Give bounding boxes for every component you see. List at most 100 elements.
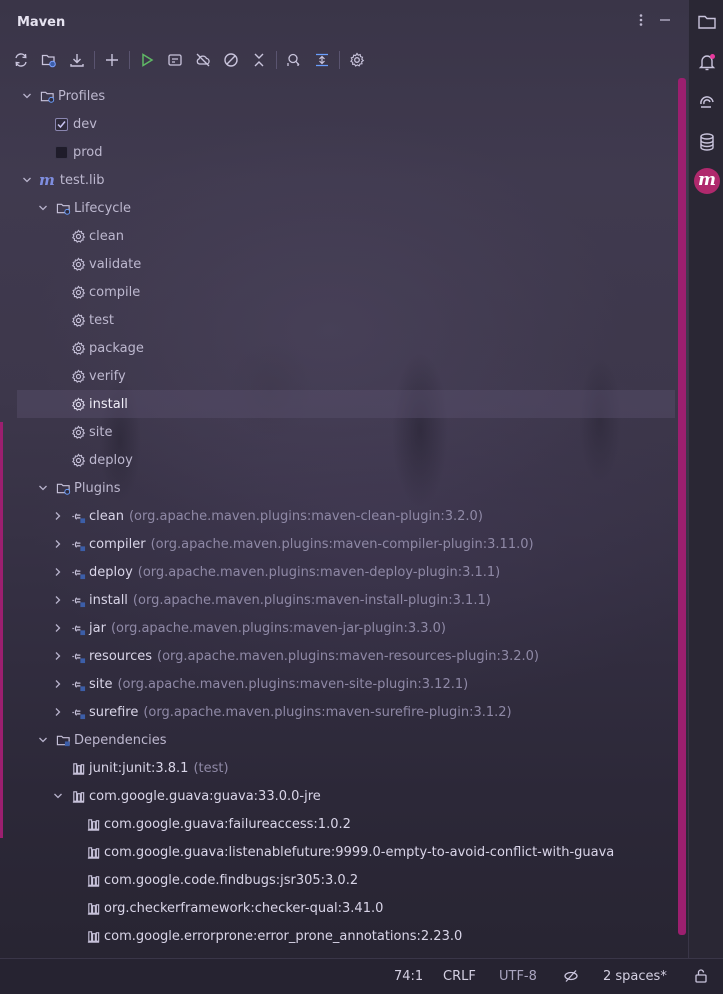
gear-icon bbox=[70, 312, 86, 328]
tool-window-title: Maven bbox=[17, 14, 66, 30]
file-encoding[interactable]: UTF-8 bbox=[499, 969, 537, 984]
chevron-right-icon[interactable] bbox=[52, 622, 64, 634]
gear-icon bbox=[70, 396, 86, 412]
caret-position[interactable]: 74:1 bbox=[394, 969, 423, 984]
dependency-name: com.google.guava:guava:33.0.0-jre bbox=[89, 788, 321, 804]
plugin-item-compiler[interactable]: compiler (org.apache.maven.plugins:maven… bbox=[0, 530, 676, 558]
plugin-item-deploy[interactable]: deploy (org.apache.maven.plugins:maven-d… bbox=[0, 558, 676, 586]
download-icon[interactable] bbox=[66, 49, 88, 71]
lifecycle-goal-install[interactable]: install bbox=[17, 390, 675, 418]
plugin-name: surefire bbox=[89, 704, 139, 720]
tree-node-lifecycle[interactable]: Lifecycle bbox=[0, 194, 676, 222]
dependency-item-jsr305[interactable]: com.google.code.findbugs:jsr305:3.0.2 bbox=[0, 866, 676, 894]
tree-node-plugins[interactable]: Plugins bbox=[0, 474, 676, 502]
dependency-item-guava[interactable]: com.google.guava:guava:33.0.0-jre bbox=[0, 782, 676, 810]
dependency-item-checker-qual[interactable]: org.checkerframework:checker-qual:3.41.0 bbox=[0, 894, 676, 922]
chevron-right-icon[interactable] bbox=[52, 650, 64, 662]
lifecycle-goal-clean[interactable]: clean bbox=[0, 222, 676, 250]
settings-icon[interactable] bbox=[346, 49, 368, 71]
generate-sources-icon[interactable] bbox=[38, 49, 60, 71]
dependencies-folder-icon bbox=[55, 732, 71, 748]
chevron-right-icon[interactable] bbox=[52, 566, 64, 578]
dependency-item-listenablefuture[interactable]: com.google.guava:listenablefuture:9999.0… bbox=[0, 838, 676, 866]
goal-label: install bbox=[89, 396, 128, 412]
chevron-down-icon[interactable] bbox=[37, 202, 49, 214]
gear-icon bbox=[70, 284, 86, 300]
tree-node-dependencies[interactable]: Dependencies bbox=[0, 726, 676, 754]
offline-icon[interactable] bbox=[192, 49, 214, 71]
plugin-item-clean[interactable]: clean (org.apache.maven.plugins:maven-cl… bbox=[0, 502, 676, 530]
minimize-icon[interactable] bbox=[656, 13, 674, 31]
chevron-down-icon[interactable] bbox=[21, 90, 33, 102]
chevron-down-icon[interactable] bbox=[21, 174, 33, 186]
vertical-scrollbar[interactable] bbox=[678, 78, 686, 935]
more-options-icon[interactable] bbox=[632, 13, 650, 31]
no-inspections-icon[interactable] bbox=[563, 968, 579, 988]
tool-window-header: Maven bbox=[0, 0, 688, 44]
tree-node-project[interactable]: m test.lib bbox=[0, 166, 676, 194]
chevron-down-icon[interactable] bbox=[52, 790, 64, 802]
plugin-name: install bbox=[89, 592, 128, 608]
gear-icon bbox=[70, 424, 86, 440]
chevron-right-icon[interactable] bbox=[52, 706, 64, 718]
gear-icon bbox=[70, 340, 86, 356]
chevron-right-icon[interactable] bbox=[52, 538, 64, 550]
maven-toolbar bbox=[10, 46, 680, 74]
lifecycle-goal-validate[interactable]: validate bbox=[0, 250, 676, 278]
lifecycle-goal-verify[interactable]: verify bbox=[0, 362, 676, 390]
chevron-right-icon[interactable] bbox=[52, 678, 64, 690]
chevron-right-icon[interactable] bbox=[52, 594, 64, 606]
line-ending[interactable]: CRLF bbox=[443, 969, 476, 984]
plugin-icon bbox=[70, 648, 86, 664]
dependency-item-error-prone[interactable]: com.google.errorprone:error_prone_annota… bbox=[0, 922, 676, 950]
plugin-item-jar[interactable]: jar (org.apache.maven.plugins:maven-jar-… bbox=[0, 614, 676, 642]
dependency-item-junit[interactable]: junit:junit:3.8.1 (test) bbox=[0, 754, 676, 782]
maven-tool-window: Maven Profiles dev prod m test.lib Lifec… bbox=[0, 0, 688, 994]
dev-checkbox[interactable] bbox=[55, 117, 68, 131]
gear-icon bbox=[70, 452, 86, 468]
goal-label: deploy bbox=[89, 452, 133, 468]
maven-tool-icon[interactable]: m bbox=[694, 168, 720, 194]
plugin-coordinates: (org.apache.maven.plugins:maven-jar-plug… bbox=[110, 620, 446, 636]
project-folder-icon[interactable] bbox=[695, 10, 719, 34]
lifecycle-goal-test[interactable]: test bbox=[0, 306, 676, 334]
plugin-item-site[interactable]: site (org.apache.maven.plugins:maven-sit… bbox=[0, 670, 676, 698]
tree-node-profiles[interactable]: Profiles bbox=[0, 82, 676, 110]
skip-tests-icon[interactable] bbox=[220, 49, 242, 71]
lifecycle-goal-deploy[interactable]: deploy bbox=[0, 446, 676, 474]
reload-icon[interactable] bbox=[10, 49, 32, 71]
dependency-name: junit:junit:3.8.1 bbox=[89, 760, 189, 776]
chevron-down-icon[interactable] bbox=[37, 482, 49, 494]
profile-label: prod bbox=[73, 144, 103, 160]
profile-item-dev[interactable]: dev bbox=[0, 110, 676, 138]
plugin-item-resources[interactable]: resources (org.apache.maven.plugins:mave… bbox=[0, 642, 676, 670]
lifecycle-goal-site[interactable]: site bbox=[0, 418, 676, 446]
dependency-item-failureaccess[interactable]: com.google.guava:failureaccess:1.0.2 bbox=[0, 810, 676, 838]
lifecycle-goal-package[interactable]: package bbox=[0, 334, 676, 362]
prod-checkbox[interactable] bbox=[55, 145, 68, 159]
indent-setting[interactable]: 2 spaces* bbox=[603, 969, 667, 984]
readonly-lock-icon[interactable] bbox=[693, 968, 709, 988]
plugin-coordinates: (org.apache.maven.plugins:maven-site-plu… bbox=[117, 676, 469, 692]
chevron-down-icon[interactable] bbox=[37, 734, 49, 746]
library-icon bbox=[85, 844, 101, 860]
plugin-coordinates: (org.apache.maven.plugins:maven-resource… bbox=[157, 648, 539, 664]
add-icon[interactable] bbox=[101, 49, 123, 71]
analyze-dependencies-icon[interactable] bbox=[283, 49, 305, 71]
ai-assistant-icon[interactable] bbox=[695, 90, 719, 114]
run-icon[interactable] bbox=[136, 49, 158, 71]
toolbar-separator bbox=[129, 51, 130, 69]
profile-item-prod[interactable]: prod bbox=[0, 138, 676, 166]
show-dependencies-icon[interactable] bbox=[311, 49, 333, 71]
plugin-coordinates: (org.apache.maven.plugins:maven-install-… bbox=[132, 592, 491, 608]
plugin-item-surefire[interactable]: surefire (org.apache.maven.plugins:maven… bbox=[0, 698, 676, 726]
notifications-icon[interactable] bbox=[695, 50, 719, 74]
database-icon[interactable] bbox=[695, 130, 719, 154]
execute-goal-icon[interactable] bbox=[164, 49, 186, 71]
plugin-item-install[interactable]: install (org.apache.maven.plugins:maven-… bbox=[0, 586, 676, 614]
chevron-right-icon[interactable] bbox=[52, 510, 64, 522]
plugin-name: resources bbox=[89, 648, 153, 664]
lifecycle-goal-compile[interactable]: compile bbox=[0, 278, 676, 306]
collapse-icon[interactable] bbox=[248, 49, 270, 71]
plugin-icon bbox=[70, 676, 86, 692]
